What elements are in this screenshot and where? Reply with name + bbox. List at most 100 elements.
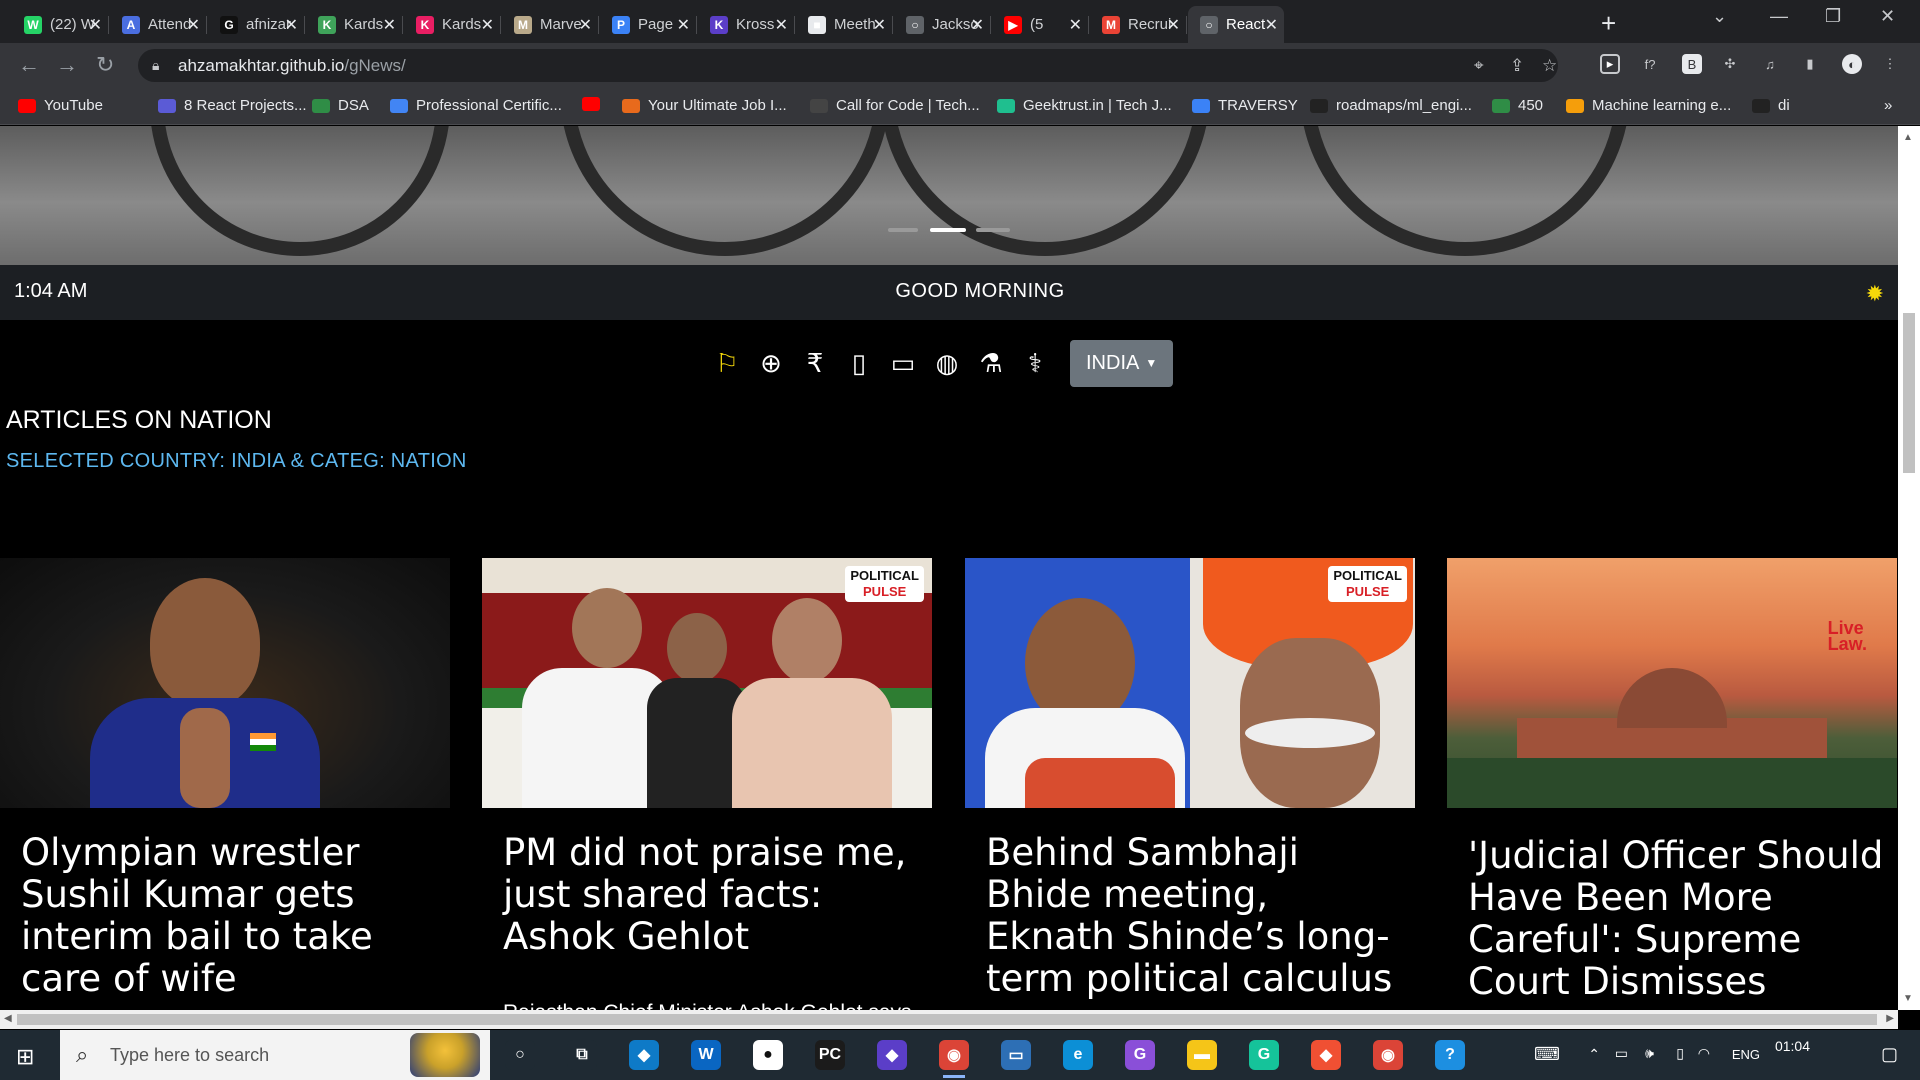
reload-icon[interactable]: ↻	[96, 52, 114, 78]
article-image[interactable]: POLITICAL PULSE	[965, 558, 1415, 808]
side-panel-icon[interactable]: ▮	[1800, 54, 1820, 74]
article-image[interactable]: Live Law.	[1447, 558, 1897, 808]
close-tab-icon[interactable]: ✕	[285, 15, 298, 35]
lock-icon[interactable]: 🔒︎	[152, 57, 159, 74]
bookmark-item[interactable]: roadmaps/ml_engi...	[1310, 97, 1472, 114]
close-tab-icon[interactable]: ✕	[481, 15, 494, 35]
horizontal-scroll-thumb[interactable]	[17, 1014, 1877, 1025]
bookmark-item[interactable]: 450	[1492, 97, 1543, 114]
phone-link-icon[interactable]: ▯	[1676, 1045, 1684, 1062]
cast-extension-icon[interactable]: ▸	[1600, 54, 1620, 74]
vscode-icon[interactable]: ◆	[629, 1040, 659, 1070]
article-card[interactable]: Live Law. 'Judicial Officer Should Have B…	[1447, 558, 1897, 1010]
article-headline[interactable]: 'Judicial Officer Should Have Been More …	[1468, 835, 1888, 1003]
notification-icon[interactable]: ▢	[1881, 1044, 1898, 1065]
bookmark-item[interactable]: Geektrust.in | Tech J...	[997, 97, 1172, 114]
chrome-icon[interactable]: ◉	[1373, 1040, 1403, 1070]
keyboard-icon[interactable]: ⌨	[1534, 1044, 1560, 1065]
carousel-indicator-active[interactable]	[930, 228, 966, 232]
browser-tab[interactable]: ○ React ✕	[1188, 6, 1284, 43]
bookmark-item[interactable]: YouTube	[18, 97, 103, 114]
bookmark-item[interactable]: TRAVERSY	[1192, 97, 1298, 114]
location-icon[interactable]: ⌖	[1474, 56, 1484, 76]
chrome-icon[interactable]: ◉	[939, 1040, 969, 1078]
close-tab-icon[interactable]: ✕	[1265, 15, 1278, 35]
taskbar-search[interactable]: ⌕ Type here to search	[60, 1030, 490, 1080]
app-w-icon[interactable]: W	[691, 1040, 721, 1070]
profile-avatar[interactable]: ◐	[1842, 54, 1862, 74]
bookmark-item[interactable]: DSA	[312, 97, 369, 114]
scroll-up-icon[interactable]: ▲	[1903, 132, 1913, 143]
close-window-icon[interactable]: ✕	[1880, 6, 1895, 27]
flask-icon[interactable]: ⚗	[976, 348, 1006, 379]
close-tab-icon[interactable]: ✕	[775, 15, 788, 35]
doctor-icon[interactable]: ⚕	[1020, 348, 1050, 379]
search-highlight-image[interactable]	[410, 1033, 480, 1077]
vertical-scrollbar[interactable]: ▲ ▼	[1898, 126, 1920, 1010]
browser-tab[interactable]: K Kross ✕	[698, 6, 794, 43]
github-desktop-icon[interactable]: G	[1125, 1040, 1155, 1070]
close-tab-icon[interactable]: ✕	[579, 15, 592, 35]
carousel-indicator[interactable]	[976, 228, 1010, 232]
close-tab-icon[interactable]: ✕	[1167, 15, 1180, 35]
article-card[interactable]: Olympian wrestler Sushil Kumar gets inte…	[0, 558, 450, 1010]
windows-start-icon[interactable]: ⊞	[16, 1044, 34, 1070]
bookmark-item[interactable]: 8 React Projects...	[158, 97, 307, 114]
help-icon[interactable]: ?	[1435, 1040, 1465, 1070]
article-image[interactable]	[0, 558, 450, 808]
bookmark-item[interactable]: Call for Code | Tech...	[810, 97, 980, 114]
close-tab-icon[interactable]: ✕	[677, 15, 690, 35]
taskbar-clock[interactable]: 01:04	[1775, 1038, 1810, 1054]
close-tab-icon[interactable]: ✕	[89, 15, 102, 35]
close-tab-icon[interactable]: ✕	[1069, 15, 1082, 35]
new-tab-button[interactable]: +	[1601, 8, 1616, 39]
scroll-down-icon[interactable]: ▼	[1903, 993, 1913, 1004]
close-tab-icon[interactable]: ✕	[971, 15, 984, 35]
bookmark-item[interactable]: di	[1752, 97, 1790, 114]
browser-tab[interactable]: ▶ (5 ✕	[992, 6, 1088, 43]
puzzle-extensions-icon[interactable]: ✣	[1720, 54, 1740, 74]
more-bookmarks-icon[interactable]: »	[1884, 97, 1892, 114]
carousel-indicator[interactable]	[888, 228, 918, 232]
edge-icon[interactable]: e	[1063, 1040, 1093, 1070]
article-card[interactable]: POLITICAL PULSE Behind Sambhaji Bhide mee…	[965, 558, 1415, 1010]
article-headline[interactable]: Olympian wrestler Sushil Kumar gets inte…	[21, 832, 441, 1000]
browser-tab[interactable]: M Recrui ✕	[1090, 6, 1186, 43]
browser-tab[interactable]: K Kards ✕	[404, 6, 500, 43]
cortana-icon[interactable]: ○	[505, 1040, 535, 1070]
phone-icon[interactable]: ▯	[844, 348, 874, 379]
volume-icon[interactable]: 🕪︎	[1645, 1045, 1654, 1062]
globe-icon[interactable]: ⊕	[756, 348, 786, 379]
scroll-left-icon[interactable]: ◀	[4, 1013, 12, 1024]
bookmark-item[interactable]: Professional Certific...	[390, 97, 562, 114]
git-icon[interactable]: ◆	[1311, 1040, 1341, 1070]
menu-kebab-icon[interactable]: ⋮	[1880, 54, 1900, 74]
grammarly-icon[interactable]: G	[1249, 1040, 1279, 1070]
browser-tab[interactable]: P Page ✕	[600, 6, 696, 43]
vertical-scroll-thumb[interactable]	[1903, 313, 1915, 473]
article-headline[interactable]: Behind Sambhaji Bhide meeting, Eknath Sh…	[986, 832, 1406, 1000]
bookmark-item[interactable]: Your Ultimate Job I...	[622, 97, 787, 114]
tab-search-icon[interactable]: ⌄	[1712, 6, 1727, 27]
baseball-icon[interactable]: ◍	[932, 348, 962, 379]
back-icon[interactable]: ←	[18, 52, 40, 78]
close-tab-icon[interactable]: ✕	[873, 15, 886, 35]
article-headline[interactable]: PM did not praise me, just shared facts:…	[503, 832, 923, 958]
browser-tab[interactable]: Gafnizar ✕	[208, 6, 304, 43]
country-dropdown-button[interactable]: INDIA ▼	[1070, 339, 1174, 387]
taskview-icon[interactable]: ⧉	[567, 1040, 597, 1070]
bookmark-item[interactable]	[582, 97, 608, 111]
bookmark-star-icon[interactable]: ☆	[1542, 56, 1557, 76]
monitor-icon[interactable]: ▭	[888, 348, 918, 379]
flag-icon[interactable]: ⚐	[712, 348, 742, 379]
browser-tab[interactable]: W (22) W ✕	[12, 6, 108, 43]
article-image[interactable]: POLITICAL PULSE	[482, 558, 932, 808]
app-diamond-icon[interactable]: ◆	[877, 1040, 907, 1070]
tray-chevron-icon[interactable]: ⌃	[1588, 1046, 1600, 1063]
bookmark-item[interactable]: Machine learning e...	[1566, 97, 1731, 114]
battery-icon[interactable]: ▭	[1615, 1045, 1628, 1062]
browser-tab[interactable]: K Kards ✕	[306, 6, 402, 43]
close-tab-icon[interactable]: ✕	[383, 15, 396, 35]
wifi-icon[interactable]: ◠	[1698, 1045, 1710, 1062]
article-card[interactable]: POLITICAL PULSE PM did not praise me, jus…	[482, 558, 932, 1010]
